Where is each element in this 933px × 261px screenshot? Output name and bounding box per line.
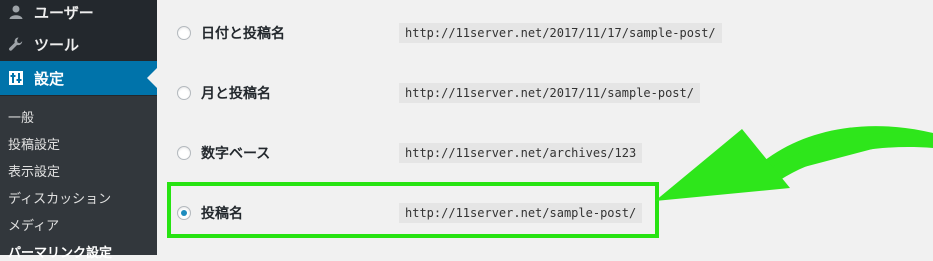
arrow-shaft [770, 131, 933, 180]
pointer-arrow-icon [655, 126, 933, 201]
arrow-head [655, 129, 790, 201]
